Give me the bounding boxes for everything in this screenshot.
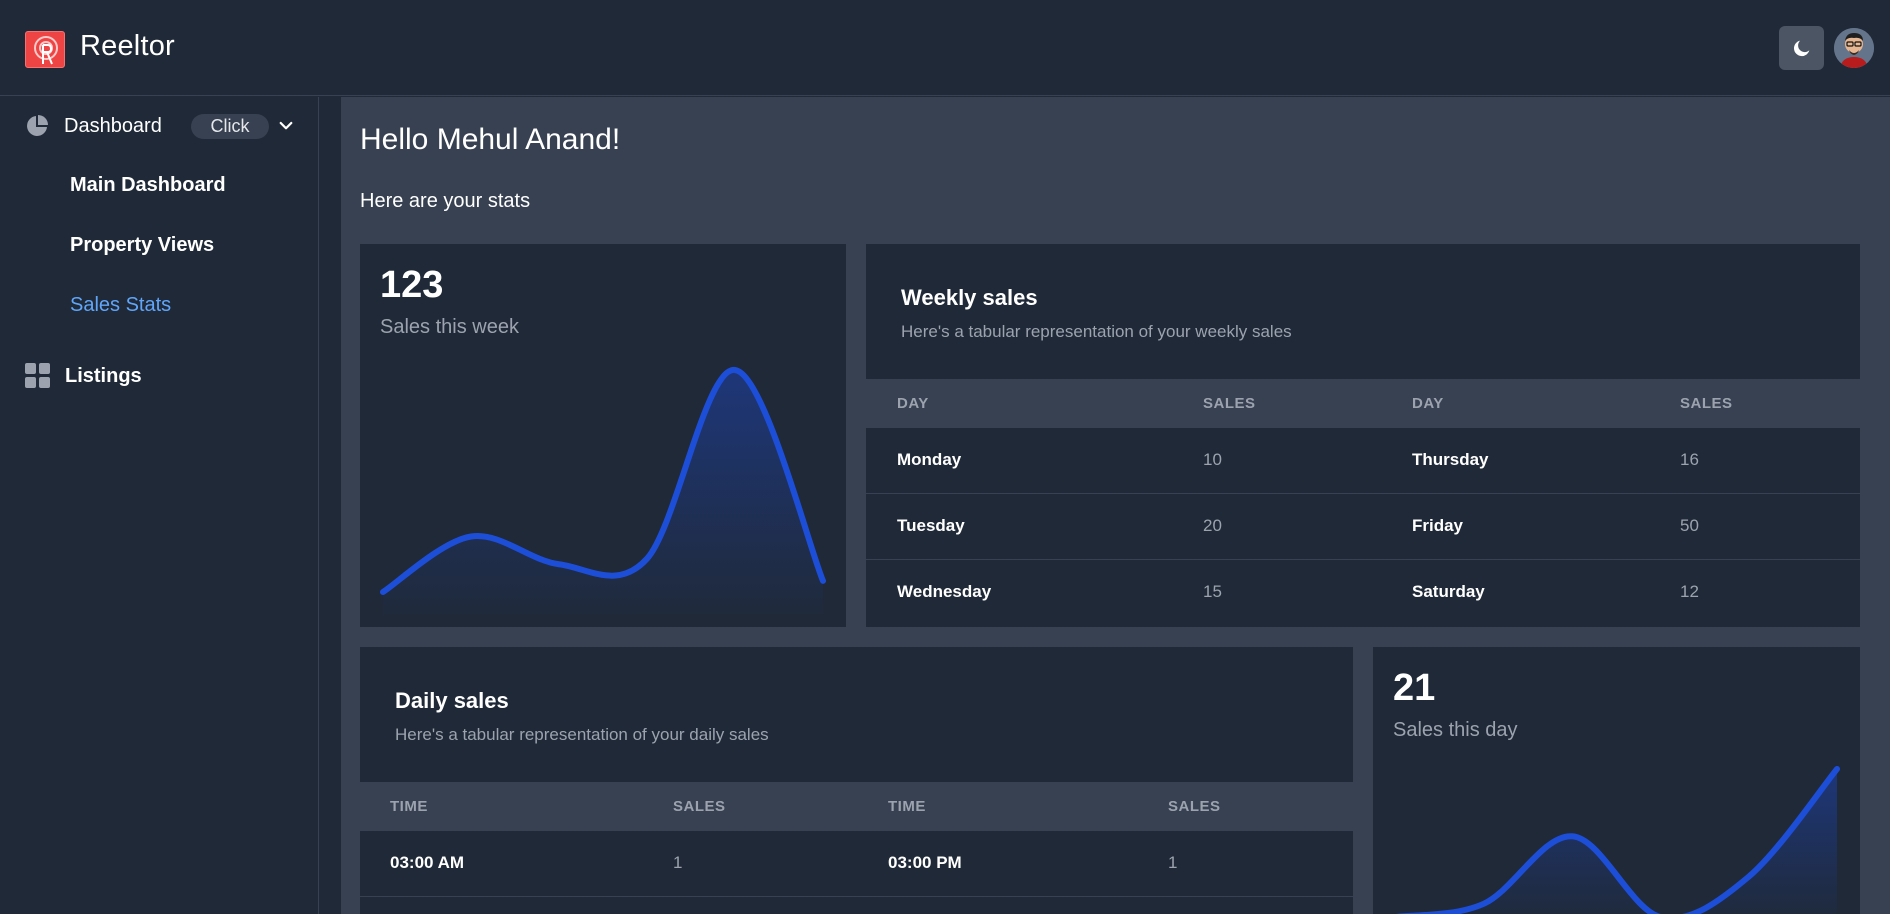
column-header: TIME bbox=[888, 798, 926, 815]
table-cell: Tuesday bbox=[897, 516, 965, 535]
table-cell: 03:00 AM bbox=[390, 853, 465, 872]
table-cell: 03:00 PM bbox=[888, 853, 962, 872]
table-row: Wednesday 15 Saturday 12 bbox=[866, 560, 1860, 626]
top-bar: Reeltor bbox=[0, 0, 1890, 96]
column-header: SALES bbox=[1168, 798, 1221, 815]
weekly-sales-stat-card: 123 Sales this week bbox=[360, 244, 846, 627]
daily-sales-value: 21 bbox=[1393, 667, 1436, 709]
column-header: SALES bbox=[1203, 395, 1256, 412]
dark-mode-toggle-button[interactable] bbox=[1779, 26, 1824, 70]
pie-chart-icon bbox=[27, 115, 48, 136]
column-header: TIME bbox=[390, 798, 428, 815]
app-title[interactable]: Reeltor bbox=[80, 30, 175, 63]
table-cell: Saturday bbox=[1412, 582, 1485, 601]
chart-area-fill bbox=[1439, 769, 1837, 914]
table-cell: Monday bbox=[897, 450, 962, 469]
user-avatar[interactable] bbox=[1834, 28, 1874, 68]
sidebar-item-property-views[interactable]: Property Views bbox=[70, 234, 214, 257]
column-header: DAY bbox=[1412, 395, 1444, 412]
grid-icon bbox=[25, 363, 50, 388]
table-cell: 1 bbox=[673, 853, 683, 872]
weekly-sales-table-card: Weekly sales Here's a tabular representa… bbox=[866, 244, 1860, 627]
table-cell: 15 bbox=[1203, 582, 1222, 601]
daily-table-description: Here's a tabular representation of your … bbox=[395, 725, 769, 744]
table-cell: 16 bbox=[1680, 450, 1699, 469]
weekly-sales-label: Sales this week bbox=[380, 316, 519, 338]
table-cell: Wednesday bbox=[897, 582, 992, 601]
sidebar-item-listings[interactable]: Listings bbox=[25, 362, 142, 390]
table-cell: 20 bbox=[1203, 516, 1222, 535]
moon-icon bbox=[1793, 40, 1809, 57]
weekly-table-title: Weekly sales bbox=[901, 285, 1038, 310]
chevron-down-icon[interactable] bbox=[277, 117, 295, 135]
table-cell: 1 bbox=[1168, 853, 1178, 872]
sidebar-item-sales-stats[interactable]: Sales Stats bbox=[70, 294, 171, 317]
weekly-table-description: Here's a tabular representation of your … bbox=[901, 322, 1292, 341]
table-row: 03:00 AM 1 03:00 PM 1 bbox=[360, 831, 1353, 897]
daily-sales-stat-card: 21 Sales this day bbox=[1373, 647, 1860, 914]
weekly-sales-chart bbox=[380, 367, 826, 614]
page-title: Hello Mehul Anand! bbox=[360, 123, 621, 156]
table-row: Monday 10 Thursday 16 bbox=[866, 428, 1860, 494]
sidebar-item-label: Dashboard bbox=[64, 114, 162, 137]
table-cell: 12 bbox=[1680, 582, 1699, 601]
table-cell: 50 bbox=[1680, 516, 1699, 535]
table-header: DAY SALES DAY SALES bbox=[866, 379, 1860, 428]
sidebar-item-label: Listings bbox=[65, 364, 142, 387]
weekly-sales-value: 123 bbox=[380, 264, 444, 306]
column-header: SALES bbox=[673, 798, 726, 815]
sidebar-item-dashboard[interactable]: Dashboard bbox=[25, 112, 162, 140]
daily-sales-label: Sales this day bbox=[1393, 719, 1518, 741]
daily-table-title: Daily sales bbox=[395, 688, 509, 713]
column-header: SALES bbox=[1680, 395, 1733, 412]
reeltor-logo-icon[interactable] bbox=[25, 31, 65, 68]
table-cell: 10 bbox=[1203, 450, 1222, 469]
table-cell: Thursday bbox=[1412, 450, 1489, 469]
daily-sales-table-card: Daily sales Here's a tabular representat… bbox=[360, 647, 1353, 914]
sidebar-item-main-dashboard[interactable]: Main Dashboard bbox=[70, 174, 226, 197]
page-subtitle: Here are your stats bbox=[360, 190, 531, 212]
table-row: Tuesday 20 Friday 50 bbox=[866, 494, 1860, 560]
daily-sales-chart bbox=[1395, 766, 1840, 914]
table-header: TIME SALES TIME SALES bbox=[360, 782, 1353, 831]
table-cell: Friday bbox=[1412, 516, 1464, 535]
sidebar bbox=[0, 97, 319, 914]
click-badge[interactable]: Click bbox=[191, 114, 269, 139]
column-header: DAY bbox=[897, 395, 929, 412]
